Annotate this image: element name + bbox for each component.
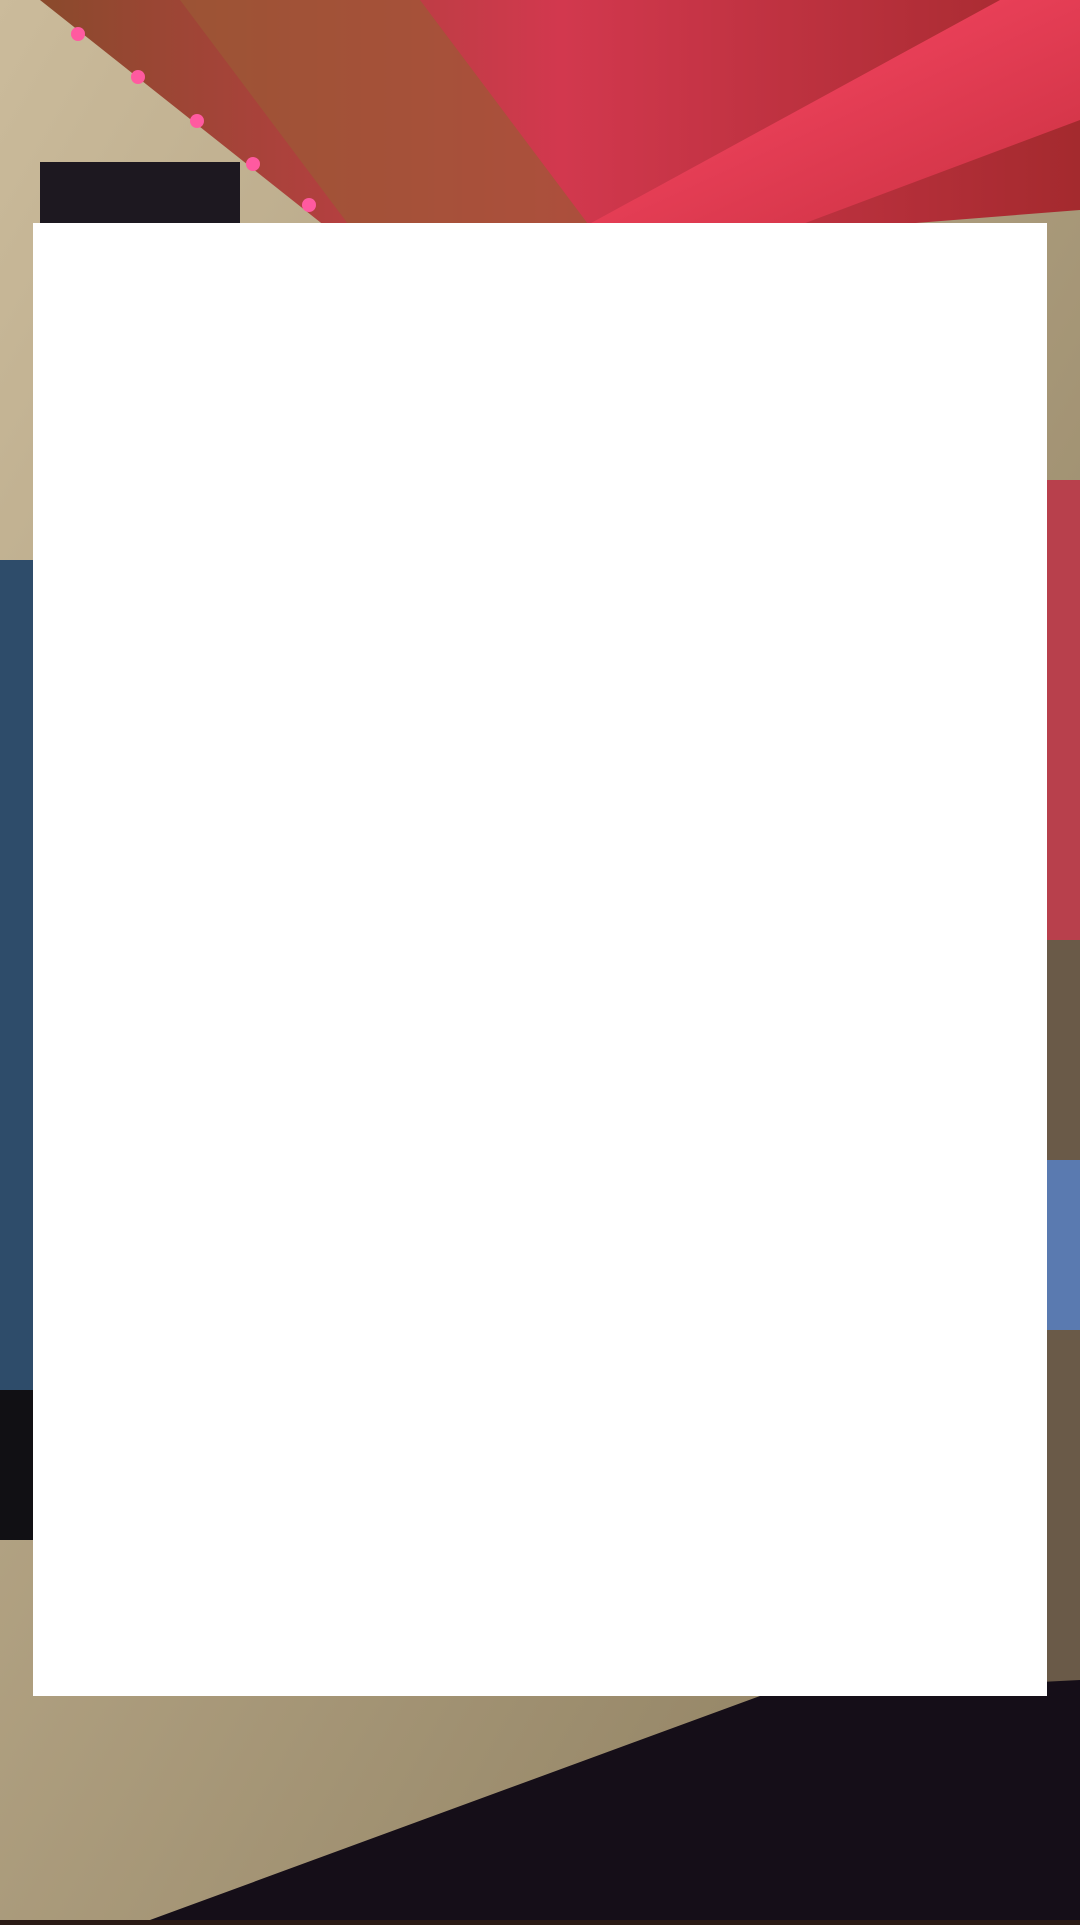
- wall-decor-right: [1047, 480, 1080, 940]
- blank-overlay-panel: [33, 223, 1047, 1696]
